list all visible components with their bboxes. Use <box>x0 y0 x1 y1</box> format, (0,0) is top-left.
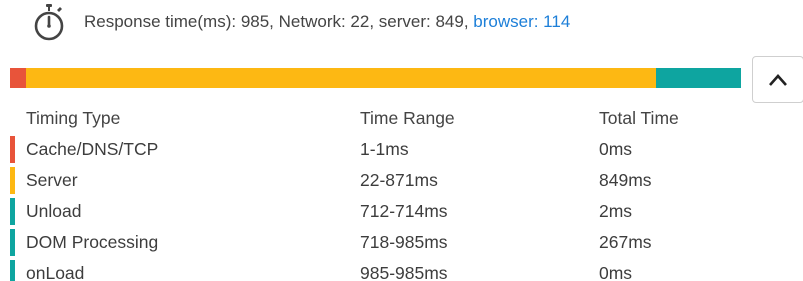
timing-type-cell: DOM Processing <box>10 227 360 258</box>
browser-time-link[interactable]: browser: 114 <box>473 12 570 31</box>
time-range-cell: 22-871ms <box>360 170 438 190</box>
timing-segment-network <box>10 68 27 88</box>
table-row: onLoad 985-985ms 0ms <box>10 258 750 281</box>
header-time-range: Time Range <box>360 108 455 128</box>
table-row: Cache/DNS/TCP 1-1ms 0ms <box>10 134 750 165</box>
total-time-cell: 849ms <box>599 170 652 190</box>
total-time-cell: 0ms <box>599 263 633 281</box>
timing-type-label: DOM Processing <box>26 232 159 252</box>
timing-segment-browser <box>656 68 741 88</box>
timing-type-cell: Cache/DNS/TCP <box>10 134 360 165</box>
response-summary: Response time(ms): 985, Network: 22, ser… <box>32 0 570 44</box>
timing-type-label: Cache/DNS/TCP <box>26 139 159 159</box>
summary-metrics: Response time(ms): 985, Network: 22, ser… <box>84 12 474 31</box>
total-time-cell: 2ms <box>599 201 633 221</box>
time-range-cell: 1-1ms <box>360 139 409 159</box>
table-header-row: Timing Type Time Range Total Time <box>10 103 750 134</box>
timing-table: Timing Type Time Range Total Time Cache/… <box>10 103 750 281</box>
timing-bar <box>10 68 741 88</box>
time-range-cell: 985-985ms <box>360 263 448 281</box>
total-time-cell: 267ms <box>599 232 652 252</box>
timing-color-marker <box>10 198 15 225</box>
timing-type-cell: onLoad <box>10 258 360 281</box>
timing-color-marker <box>10 136 15 163</box>
response-time-panel: Response time(ms): 985, Network: 22, ser… <box>0 0 803 281</box>
timing-type-label: Unload <box>26 201 82 221</box>
timing-color-marker <box>10 260 15 281</box>
summary-text: Response time(ms): 985, Network: 22, ser… <box>84 12 570 32</box>
table-row: DOM Processing 718-985ms 267ms <box>10 227 750 258</box>
header-total-time: Total Time <box>599 108 679 128</box>
timing-type-cell: Unload <box>10 196 360 227</box>
chevron-up-icon <box>769 73 787 86</box>
table-row: Unload 712-714ms 2ms <box>10 196 750 227</box>
timing-color-marker <box>10 229 15 256</box>
timing-type-label: Server <box>26 170 78 190</box>
stopwatch-icon <box>34 4 64 41</box>
table-row: Server 22-871ms 849ms <box>10 165 750 196</box>
collapse-button[interactable] <box>752 56 803 103</box>
timing-type-cell: Server <box>10 165 360 196</box>
total-time-cell: 0ms <box>599 139 633 159</box>
time-range-cell: 712-714ms <box>360 201 448 221</box>
timing-segment-server <box>26 68 657 88</box>
timing-color-marker <box>10 167 15 194</box>
time-range-cell: 718-985ms <box>360 232 448 252</box>
header-timing-type: Timing Type <box>26 108 121 128</box>
timing-type-label: onLoad <box>26 263 85 281</box>
